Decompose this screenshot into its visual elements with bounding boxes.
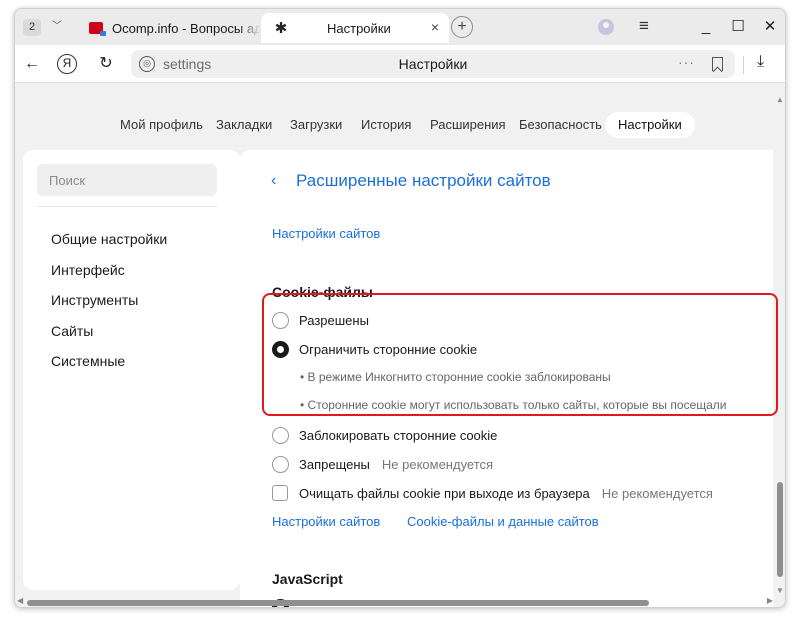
tab-bar: 2 ﹀ Ocomp.info - Вопросы адм ✱ Настройки… [15,9,785,45]
close-tab-icon[interactable]: × [431,19,439,35]
site-info-icon[interactable]: ◎ [139,56,155,72]
maximize-button[interactable]: ☐ [727,16,749,38]
not-recommended-note: Не рекомендуется [601,485,713,501]
window-close-button[interactable]: ✕ [759,16,781,38]
scroll-down-icon[interactable]: ▼ [776,586,784,595]
radio-label: Заблокировать сторонние cookie [299,427,498,443]
sidebar-item-sites[interactable]: Сайты [51,323,93,339]
radio-button-checked[interactable] [272,340,289,358]
nav-tab-profile[interactable]: Мой профиль [107,112,216,138]
new-tab-button[interactable]: + [451,16,473,38]
tab-title: Ocomp.info - Вопросы адм [112,20,261,36]
nav-tab-security[interactable]: Безопасность [506,112,615,138]
radio-cookies-allowed[interactable]: Разрешены [272,310,369,330]
back-chevron-icon[interactable]: ‹ [271,172,276,190]
tab-title: Настройки [327,20,391,36]
radio-button[interactable] [272,311,289,329]
radio-cookies-block-third-party[interactable]: Заблокировать сторонние cookie [272,425,497,445]
site-settings-link[interactable]: Настройки сайтов [272,226,380,241]
nav-tab-history[interactable]: История [348,112,424,138]
sidebar-item-interface[interactable]: Интерфейс [51,262,125,278]
browser-window: 2 ﹀ Ocomp.info - Вопросы адм ✱ Настройки… [14,8,786,608]
settings-nav-tabs: Мой профиль Закладки Загрузки История Ра… [15,112,785,138]
scroll-right-icon[interactable]: ▶ [767,596,773,605]
url-field[interactable]: ◎ settings Настройки ··· [131,50,735,78]
more-icon[interactable]: ··· [678,54,695,70]
vertical-scrollbar[interactable]: ▲ ▼ [775,95,785,595]
radio-label: Ограничить сторонние cookie [299,341,478,357]
vertical-scroll-thumb[interactable] [777,482,783,577]
javascript-section-title: JavaScript [272,571,343,587]
site-settings-link-bottom[interactable]: Настройки сайтов [272,514,380,529]
tab-ocomp[interactable]: Ocomp.info - Вопросы адм [77,13,261,43]
chevron-down-icon[interactable]: ﹀ [47,18,67,36]
radio-button[interactable] [272,426,289,444]
scroll-up-icon[interactable]: ▲ [776,95,784,104]
back-arrow-icon[interactable]: ← [21,53,43,75]
radio-button[interactable] [272,455,289,473]
radio-label: Разрешены [299,312,369,328]
nav-tab-extensions[interactable]: Расширения [417,112,519,138]
nav-tab-bookmarks[interactable]: Закладки [203,112,285,138]
settings-page: Мой профиль Закладки Загрузки История Ра… [15,84,785,607]
settings-main-panel: ‹ Расширенные настройки сайтов Настройки… [240,150,773,607]
menu-icon[interactable]: ≡ [639,16,649,36]
tab-settings[interactable]: ✱ Настройки × [261,13,449,43]
cookies-section-title: Cookie-файлы [272,284,373,300]
sidebar-divider [37,206,217,207]
settings-sidebar: Общие настройки Интерфейс Инструменты Са… [23,150,240,590]
bookmark-icon[interactable] [712,57,723,71]
sidebar-item-system[interactable]: Системные [51,353,125,369]
page-title[interactable]: Расширенные настройки сайтов [296,171,551,191]
minimize-button[interactable]: _ [695,16,717,38]
nav-tab-downloads[interactable]: Загрузки [277,112,355,138]
sidebar-item-general[interactable]: Общие настройки [51,231,167,247]
tab-count-badge[interactable]: 2 [23,19,41,36]
url-text: settings [163,56,212,72]
reload-icon[interactable]: ↻ [95,53,117,75]
ocomp-favicon-icon [89,22,106,36]
address-separator [743,56,744,74]
incognito-note: • В режиме Инкогнито сторонние cookie за… [300,370,611,384]
gear-icon: ✱ [274,20,288,37]
download-icon[interactable]: ⤓ [757,53,764,71]
third-party-note: • Сторонние cookie могут использовать то… [300,398,727,412]
horizontal-scroll-thumb[interactable] [27,600,649,606]
scroll-left-icon[interactable]: ◀ [17,596,23,605]
address-bar: ← Я ↻ ◎ settings Настройки ··· ⤓ [15,45,785,83]
sidebar-item-tools[interactable]: Инструменты [51,292,138,308]
checkbox-label: Очищать файлы cookie при выходе из брауз… [299,485,590,501]
radio-label: Запрещены [299,456,370,472]
not-recommended-note: Не рекомендуется [381,456,494,472]
yandex-logo-icon[interactable]: Я [57,54,77,74]
search-input[interactable] [37,164,217,196]
checkbox-clear-cookies-on-exit[interactable]: Очищать файлы cookie при выходе из брауз… [272,483,713,503]
nav-tab-settings[interactable]: Настройки [605,112,695,138]
checkbox[interactable] [272,485,288,501]
profile-icon[interactable] [598,19,614,35]
horizontal-scrollbar[interactable]: ◀ ▶ [15,596,775,607]
cookies-and-site-data-link[interactable]: Cookie-файлы и данные сайтов [407,514,599,529]
radio-cookies-limit-third-party[interactable]: Ограничить сторонние cookie [272,339,477,359]
address-page-title: Настройки [398,56,468,72]
radio-cookies-forbidden[interactable]: Запрещены Не рекомендуется [272,454,493,474]
